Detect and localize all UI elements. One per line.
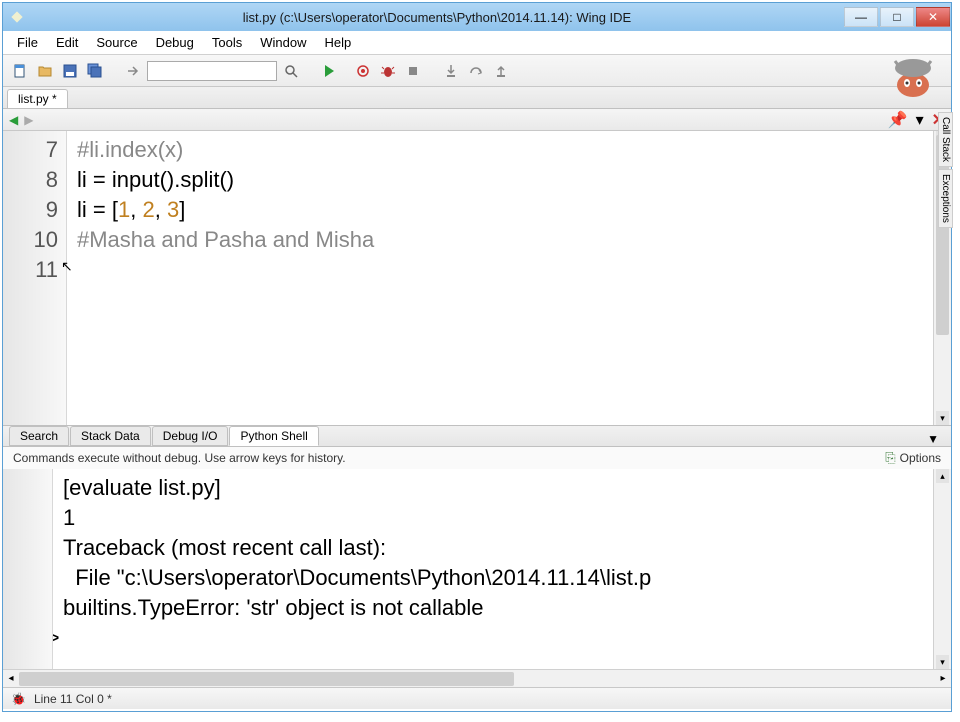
menu-window[interactable]: Window bbox=[252, 33, 314, 52]
cursor-position: Line 11 Col 0 * bbox=[34, 692, 112, 706]
status-bar: 🐞 Line 11 Col 0 * bbox=[3, 687, 951, 709]
options-link[interactable]: Options bbox=[900, 451, 941, 465]
search-input[interactable] bbox=[147, 61, 277, 81]
stop-icon[interactable] bbox=[402, 60, 424, 82]
toolbar bbox=[3, 55, 951, 87]
search-icon[interactable] bbox=[280, 60, 302, 82]
save-icon[interactable] bbox=[59, 60, 81, 82]
line-number-gutter: 7891011 bbox=[3, 131, 67, 425]
debug-bug-icon[interactable] bbox=[377, 60, 399, 82]
menu-file[interactable]: File bbox=[9, 33, 46, 52]
nav-forward-icon[interactable]: ▶ bbox=[24, 113, 33, 127]
file-tab-strip: list.py * bbox=[3, 87, 951, 109]
menu-help[interactable]: Help bbox=[316, 33, 359, 52]
scroll-left-icon[interactable]: ◂ bbox=[3, 673, 19, 684]
shell-output-line: 1 bbox=[63, 503, 951, 533]
options-icon[interactable]: ⎘ bbox=[885, 450, 895, 466]
scroll-right-icon[interactable]: ▸ bbox=[935, 673, 951, 684]
step-out-icon[interactable] bbox=[490, 60, 512, 82]
code-line[interactable]: li = input().split() bbox=[77, 165, 933, 195]
shell-vertical-scrollbar[interactable]: ▴ ▾ bbox=[933, 469, 951, 669]
scroll-down-icon[interactable]: ▾ bbox=[936, 655, 949, 669]
menu-debug[interactable]: Debug bbox=[148, 33, 202, 52]
shell-output-line: File "c:\Users\operator\Documents\Python… bbox=[63, 563, 951, 593]
title-bar: list.py (c:\Users\operator\Documents\Pyt… bbox=[3, 3, 951, 31]
code-line[interactable] bbox=[77, 255, 933, 285]
nav-back-icon[interactable]: ◀ bbox=[9, 113, 18, 127]
code-line[interactable]: li = [1, 2, 3] bbox=[77, 195, 933, 225]
hscroll-thumb[interactable] bbox=[19, 672, 514, 686]
bottom-panel-tabs: SearchStack DataDebug I/OPython Shell ▼ bbox=[3, 425, 951, 447]
code-area[interactable]: ↖ #li.index(x)li = input().split()li = [… bbox=[67, 131, 933, 425]
shell-output-line: builtins.TypeError: 'str' object is not … bbox=[63, 593, 951, 623]
panel-menu-icon[interactable]: ▼ bbox=[921, 432, 945, 446]
run-icon[interactable] bbox=[318, 60, 340, 82]
bottom-tab-python-shell[interactable]: Python Shell bbox=[229, 426, 318, 446]
shell-output-line: [evaluate list.py] bbox=[63, 473, 951, 503]
debug-stop-on-exception-icon[interactable] bbox=[352, 60, 374, 82]
save-all-icon[interactable] bbox=[84, 60, 106, 82]
shell-output-line: Traceback (most recent call last): bbox=[63, 533, 951, 563]
python-shell[interactable]: [evaluate list.py]1Traceback (most recen… bbox=[3, 469, 951, 669]
status-bug-icon: 🐞 bbox=[11, 692, 26, 706]
shell-gutter bbox=[3, 469, 53, 669]
menu-edit[interactable]: Edit bbox=[48, 33, 86, 52]
shell-horizontal-scrollbar[interactable]: ◂ ▸ bbox=[3, 669, 951, 687]
menu-bar: File Edit Source Debug Tools Window Help bbox=[3, 31, 951, 55]
bottom-tab-stack-data[interactable]: Stack Data bbox=[70, 426, 151, 446]
dropdown-icon[interactable]: ▾ bbox=[916, 110, 924, 130]
scroll-up-icon[interactable]: ▴ bbox=[936, 469, 949, 483]
editor-nav-bar: ◀ ▶ 📌 ▾ ✕ bbox=[3, 109, 951, 131]
wing-logo bbox=[883, 53, 943, 108]
window-title: list.py (c:\Users\operator\Documents\Pyt… bbox=[31, 10, 843, 25]
maximize-button[interactable]: □ bbox=[880, 7, 914, 27]
side-tab-exceptions[interactable]: Exceptions bbox=[938, 169, 953, 228]
code-line[interactable]: #li.index(x) bbox=[77, 135, 933, 165]
new-file-icon[interactable] bbox=[9, 60, 31, 82]
bottom-tab-search[interactable]: Search bbox=[9, 426, 69, 446]
bottom-tab-debug-i-o[interactable]: Debug I/O bbox=[152, 426, 229, 446]
mouse-cursor: ↖ bbox=[61, 258, 73, 275]
step-over-icon[interactable] bbox=[465, 60, 487, 82]
close-button[interactable]: ✕ bbox=[916, 7, 950, 27]
code-editor[interactable]: 7891011 ↖ #li.index(x)li = input().split… bbox=[3, 131, 951, 425]
code-line[interactable]: #Masha and Pasha and Misha bbox=[77, 225, 933, 255]
shell-info-bar: Commands execute without debug. Use arro… bbox=[3, 447, 951, 469]
menu-source[interactable]: Source bbox=[88, 33, 145, 52]
shell-prompt[interactable]: >>> bbox=[21, 623, 951, 653]
minimize-button[interactable]: — bbox=[844, 7, 878, 27]
open-file-icon[interactable] bbox=[34, 60, 56, 82]
menu-tools[interactable]: Tools bbox=[204, 33, 250, 52]
shell-hint-text: Commands execute without debug. Use arro… bbox=[13, 451, 346, 465]
pin-icon[interactable]: 📌 bbox=[888, 110, 908, 130]
scroll-down-icon[interactable]: ▾ bbox=[936, 411, 949, 425]
step-into-icon[interactable] bbox=[440, 60, 462, 82]
goto-icon[interactable] bbox=[122, 60, 144, 82]
app-icon bbox=[11, 11, 22, 22]
file-tab[interactable]: list.py * bbox=[7, 89, 68, 108]
side-tab-call-stack[interactable]: Call Stack bbox=[938, 112, 953, 167]
